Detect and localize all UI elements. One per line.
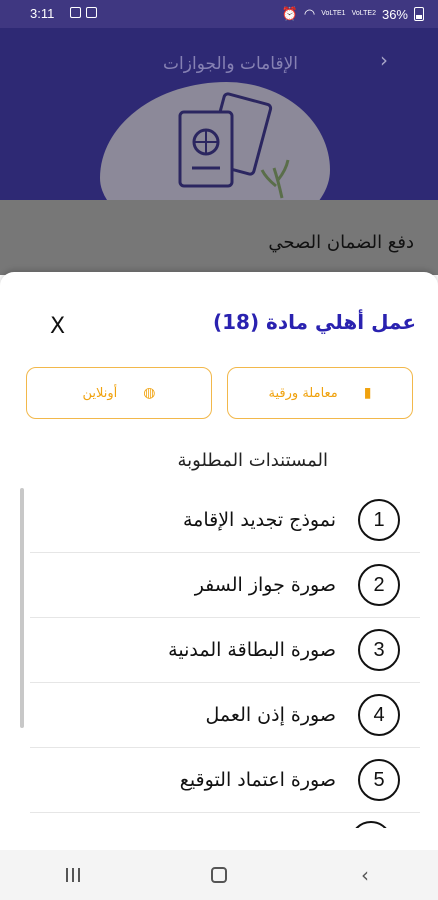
document-icon: ▮: [363, 385, 372, 401]
network-1: VoLTE1: [321, 10, 346, 17]
online-label: أونلاين: [82, 385, 118, 401]
online-button[interactable]: ◍ أونلاين: [26, 367, 212, 419]
recent-apps-button[interactable]: [43, 855, 103, 895]
document-number: 2: [358, 564, 400, 606]
list-item: 3 صورة البطاقة المدنية: [30, 618, 420, 683]
battery-icon: [414, 7, 424, 21]
header-title: الإقامات والجوازات: [163, 54, 298, 74]
document-number: 1: [358, 499, 400, 541]
document-number: 5: [358, 759, 400, 801]
home-icon: [211, 867, 227, 883]
back-icon: ‹: [361, 863, 369, 887]
paper-transaction-label: معاملة ورقية: [268, 385, 338, 401]
notification-icons: [70, 7, 97, 18]
document-number: 3: [358, 629, 400, 671]
document-label: صورة اعتماد التوقيع: [179, 769, 336, 791]
globe-icon: ◍: [143, 385, 156, 401]
status-time: 3:11: [30, 6, 55, 21]
wifi-icon: ◠: [303, 6, 316, 21]
battery-percent: 36%: [381, 6, 408, 22]
passport-illustration-icon: [178, 92, 290, 199]
document-number: 4: [358, 694, 400, 736]
system-nav-bar: ‹: [0, 850, 438, 900]
list-item: 1 نموذج تجديد الإقامة: [30, 488, 420, 553]
document-label: صورة البطاقة المدنية: [168, 639, 336, 661]
alarm-icon: ⏰: [281, 6, 298, 21]
close-button[interactable]: X: [50, 314, 65, 339]
status-bar: 3:11 ⏰ ◠ VoLTE1 VoLTE2 36%: [0, 0, 438, 28]
back-arrow-icon[interactable]: ›: [380, 48, 388, 72]
gallery-icon: [70, 7, 81, 18]
list-item: 5 صورة اعتماد التوقيع: [30, 748, 420, 813]
background-service-card: دفع الضمان الصحي: [0, 200, 438, 275]
sim-icon: [86, 7, 97, 18]
paper-transaction-button[interactable]: ▮ معاملة ورقية: [227, 367, 413, 419]
list-item: 2 صورة جواز السفر: [30, 553, 420, 618]
document-label: صورة جواز السفر: [194, 574, 336, 596]
home-button[interactable]: [189, 855, 249, 895]
list-item: 4 صورة إذن العمل: [30, 683, 420, 748]
scrollbar[interactable]: [20, 488, 24, 728]
documents-list: 1 نموذج تجديد الإقامة 2 صورة جواز السفر …: [30, 488, 420, 813]
recent-apps-icon: [66, 868, 80, 882]
status-right: ⏰ ◠ VoLTE1 VoLTE2 36%: [282, 6, 424, 22]
back-button[interactable]: ‹: [335, 855, 395, 895]
sheet-title: عمل أهلي مادة (18): [212, 310, 416, 334]
network-2: VoLTE2: [351, 10, 376, 17]
background-service-label: دفع الضمان الصحي: [268, 232, 414, 253]
document-label: نموذج تجديد الإقامة: [182, 509, 336, 531]
bottom-sheet: عمل أهلي مادة (18) X ▮ معاملة ورقية ◍ أو…: [0, 272, 438, 850]
document-label: صورة إذن العمل: [205, 704, 336, 726]
app-header: الإقامات والجوازات ›: [0, 28, 438, 200]
required-documents-heading: المستندات المطلوبة: [177, 450, 328, 471]
